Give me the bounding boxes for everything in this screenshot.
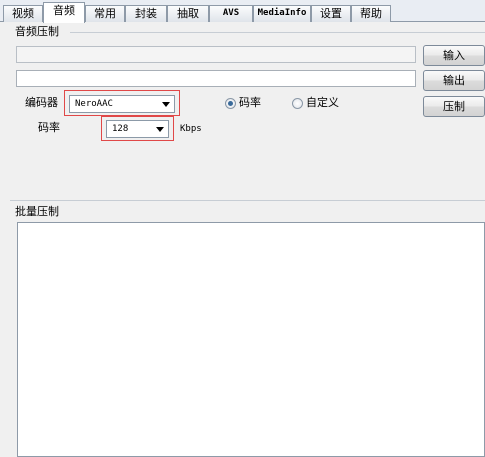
- group-divider: [10, 200, 485, 201]
- bitrate-value: 128: [112, 124, 129, 134]
- input-button[interactable]: 输入: [423, 45, 485, 66]
- tab-settings[interactable]: 设置: [311, 5, 351, 22]
- tab-video[interactable]: 视频: [3, 5, 43, 22]
- bitrate-select[interactable]: 128: [106, 120, 169, 138]
- tab-help[interactable]: 帮助: [351, 5, 391, 22]
- compress-button[interactable]: 压制: [423, 96, 485, 117]
- group-divider: [70, 32, 485, 33]
- output-button[interactable]: 输出: [423, 70, 485, 91]
- encoder-value: NeroAAC: [75, 99, 113, 109]
- tab-strip: 视频 音频 常用 封装 抽取 AVS MediaInfo 设置 帮助: [0, 0, 485, 23]
- audio-compress-group-title: 音频压制: [15, 25, 59, 38]
- radio-custom-label: 自定义: [306, 96, 339, 109]
- chevron-down-icon: [156, 127, 164, 132]
- input-path-field[interactable]: [16, 46, 416, 63]
- tab-extract[interactable]: 抽取: [167, 5, 209, 22]
- encoder-label: 编码器: [25, 96, 58, 109]
- tab-common[interactable]: 常用: [85, 5, 125, 22]
- radio-bitrate[interactable]: [225, 98, 236, 109]
- batch-compress-group-title: 批量压制: [15, 205, 59, 218]
- batch-file-list[interactable]: [17, 222, 485, 457]
- tab-mux[interactable]: 封装: [125, 5, 167, 22]
- encoder-select[interactable]: NeroAAC: [69, 95, 175, 113]
- output-path-field[interactable]: [16, 70, 416, 87]
- chevron-down-icon: [162, 102, 170, 107]
- tab-avs[interactable]: AVS: [209, 5, 253, 22]
- tab-mediainfo[interactable]: MediaInfo: [253, 5, 311, 22]
- tab-audio[interactable]: 音频: [43, 2, 85, 23]
- radio-bitrate-label: 码率: [239, 96, 261, 109]
- bitrate-unit: Kbps: [180, 124, 202, 134]
- radio-custom[interactable]: [292, 98, 303, 109]
- bitrate-label: 码率: [38, 121, 60, 134]
